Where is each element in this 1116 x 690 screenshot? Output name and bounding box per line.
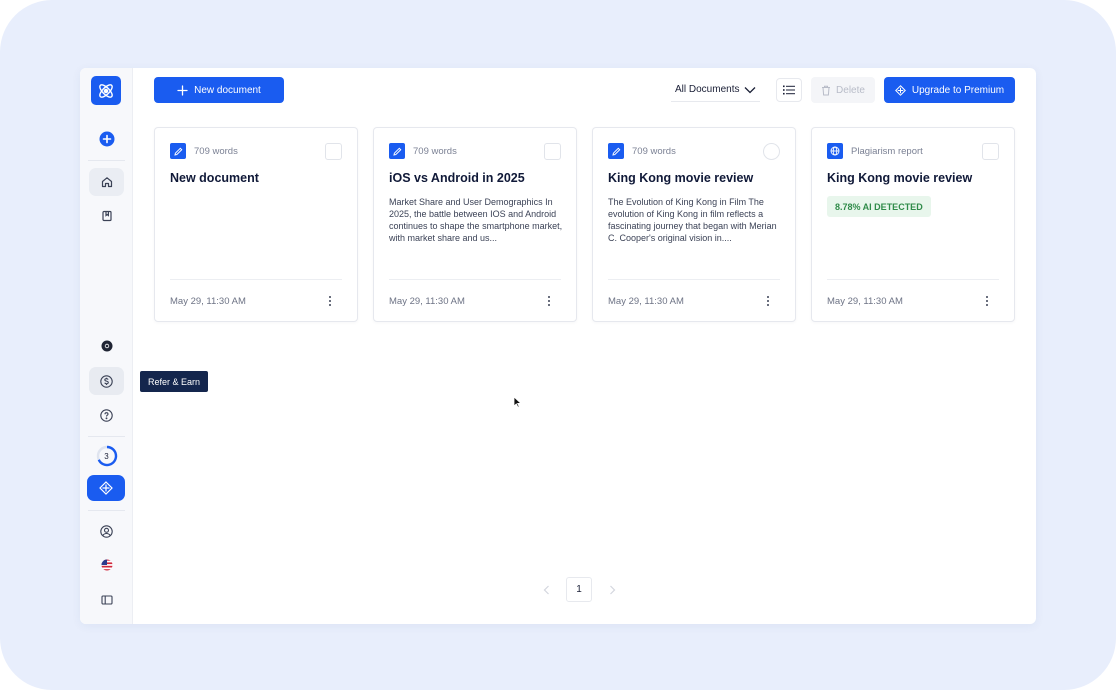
- page-number-button[interactable]: 1: [566, 577, 592, 602]
- prev-page-icon[interactable]: [540, 584, 552, 596]
- delete-button[interactable]: Delete: [811, 77, 875, 103]
- help-icon[interactable]: [89, 401, 124, 429]
- upgrade-premium-button[interactable]: Upgrade to Premium: [884, 77, 1015, 103]
- document-card[interactable]: 709 words King Kong movie review The Evo…: [592, 127, 796, 322]
- sidebar-divider: [88, 510, 125, 511]
- dollar-icon[interactable]: [89, 367, 124, 395]
- sidebar: 3 Refer & Earn: [80, 68, 209, 624]
- new-document-button[interactable]: New document: [154, 77, 284, 103]
- bookmark-icon[interactable]: [89, 202, 124, 230]
- card-divider: [608, 279, 780, 280]
- document-card[interactable]: 709 words New document May 29, 11:30 AM: [154, 127, 358, 322]
- pagination: 1: [540, 577, 618, 602]
- panel-toggle-icon[interactable]: [89, 586, 124, 614]
- card-excerpt: The Evolution of King Kong in Film The e…: [608, 197, 777, 243]
- card-divider: [389, 279, 561, 280]
- sidebar-divider: [88, 160, 125, 161]
- select-checkbox[interactable]: [325, 143, 342, 160]
- us-flag-icon[interactable]: [89, 551, 124, 579]
- pencil-icon: [170, 143, 186, 159]
- more-options-icon[interactable]: [325, 292, 335, 310]
- account-icon[interactable]: [89, 517, 124, 545]
- card-date: May 29, 11:30 AM: [827, 296, 903, 307]
- card-divider: [827, 279, 999, 280]
- card-title: New document: [170, 171, 259, 185]
- card-title: iOS vs Android in 2025: [389, 171, 525, 185]
- pencil-icon: [608, 143, 624, 159]
- word-count: 709 words: [413, 145, 457, 157]
- more-options-icon[interactable]: [982, 292, 992, 310]
- select-checkbox[interactable]: [982, 143, 999, 160]
- word-count: 709 words: [194, 145, 238, 157]
- trash-icon: [822, 85, 831, 95]
- globe-icon: [827, 143, 843, 159]
- pencil-icon: [389, 143, 405, 159]
- more-options-icon[interactable]: [544, 292, 554, 310]
- ai-detected-badge: 8.78% AI DETECTED: [827, 196, 931, 217]
- list-icon: [783, 85, 795, 95]
- credits-progress-icon[interactable]: 3: [89, 442, 124, 470]
- card-excerpt: Market Share and User Demographics In 20…: [389, 197, 563, 243]
- new-document-label: New document: [194, 84, 261, 96]
- select-checkbox[interactable]: [763, 143, 780, 160]
- diamond-icon: [894, 84, 906, 96]
- credits-count: 3: [104, 451, 109, 461]
- card-date: May 29, 11:30 AM: [608, 296, 684, 307]
- card-title: King Kong movie review: [827, 171, 973, 185]
- plus-icon: [177, 84, 188, 96]
- sidebar-divider: [88, 436, 125, 437]
- more-options-icon[interactable]: [763, 292, 773, 310]
- card-date: May 29, 11:30 AM: [170, 296, 246, 307]
- report-type: Plagiarism report: [851, 145, 923, 157]
- home-icon[interactable]: [89, 168, 124, 196]
- next-page-icon[interactable]: [606, 584, 618, 596]
- add-icon[interactable]: [89, 125, 124, 153]
- upgrade-label: Upgrade to Premium: [911, 84, 1005, 96]
- select-checkbox[interactable]: [544, 143, 561, 160]
- delete-label: Delete: [836, 84, 865, 96]
- word-count: 709 words: [632, 145, 676, 157]
- mouse-cursor-icon: [513, 395, 523, 413]
- refer-earn-tooltip: Refer & Earn: [140, 371, 209, 392]
- screen-frame: 3 Refer & Earn New document All Document: [0, 0, 1116, 690]
- document-card[interactable]: 709 words iOS vs Android in 2025 Market …: [373, 127, 577, 322]
- premium-icon[interactable]: [87, 475, 125, 501]
- chevron-down-icon: [744, 86, 756, 93]
- logo-icon[interactable]: [91, 76, 121, 105]
- documents-filter-select[interactable]: All Documents: [671, 78, 760, 102]
- document-card[interactable]: Plagiarism report King Kong movie review…: [811, 127, 1015, 322]
- app-window: 3 Refer & Earn New document All Document: [80, 68, 1036, 624]
- filter-value: All Documents: [675, 84, 740, 95]
- list-view-button[interactable]: [776, 78, 802, 102]
- card-title: King Kong movie review: [608, 171, 754, 185]
- card-divider: [170, 279, 342, 280]
- card-date: May 29, 11:30 AM: [389, 296, 465, 307]
- chrome-icon[interactable]: [89, 332, 124, 360]
